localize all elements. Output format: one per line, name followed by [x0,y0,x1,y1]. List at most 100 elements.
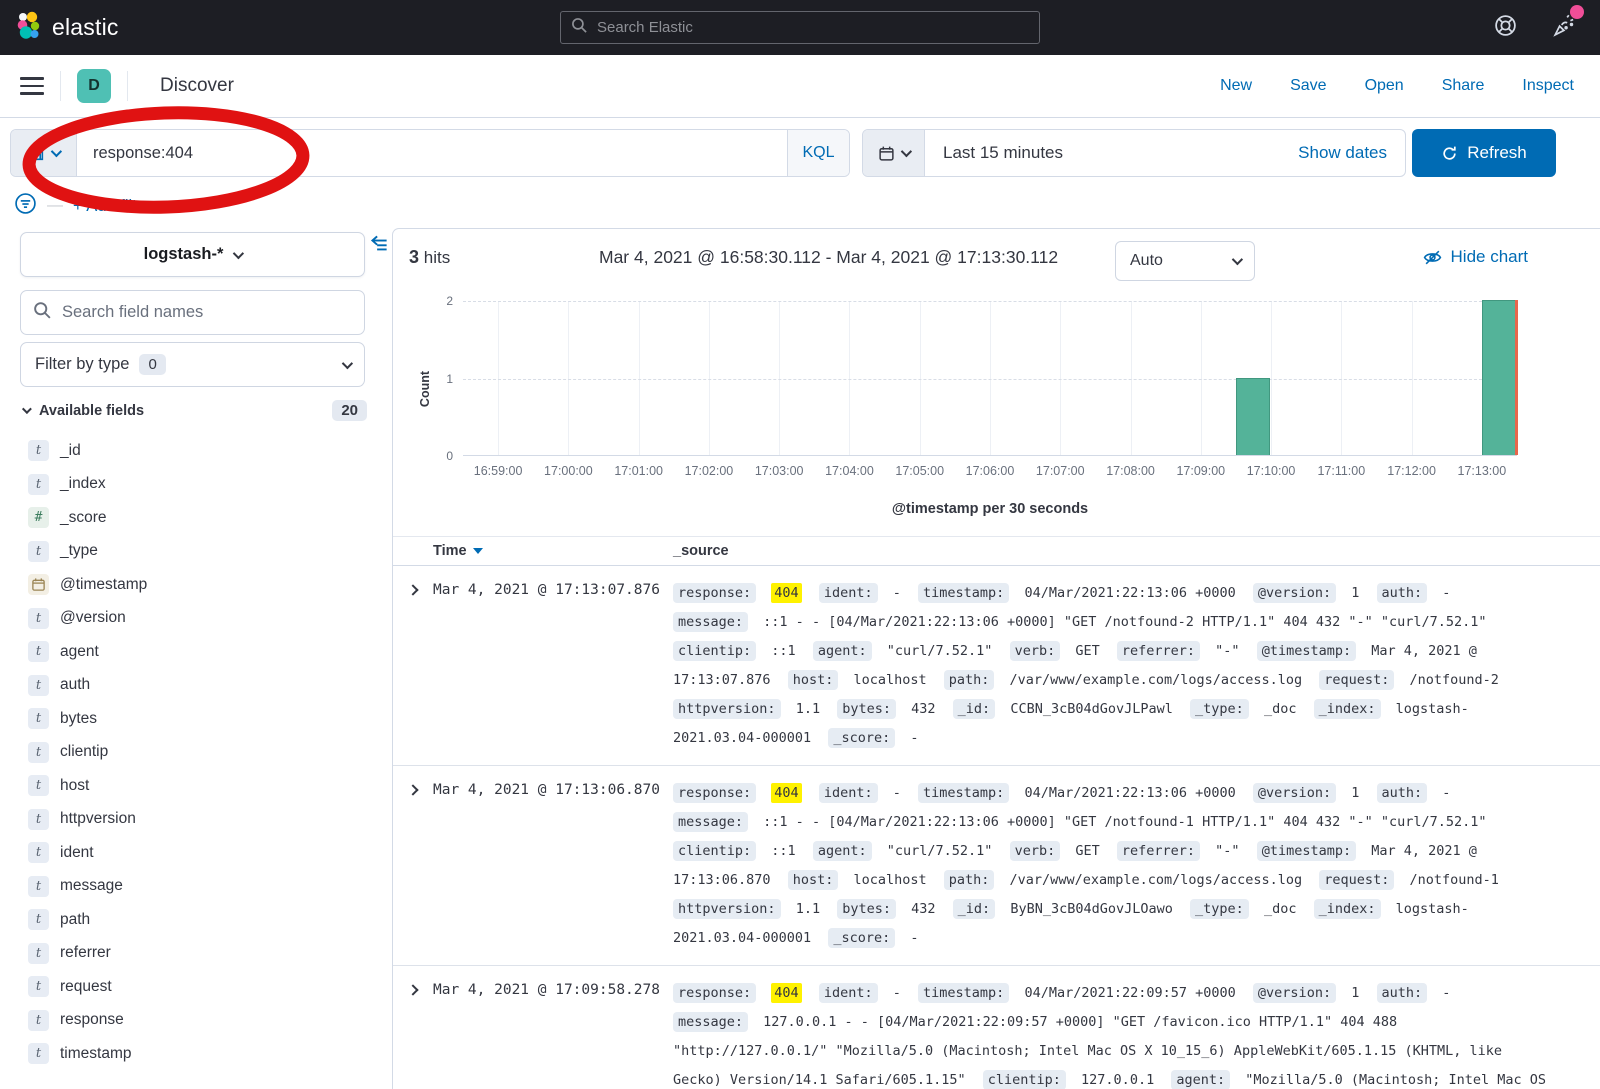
field-item-bytes[interactable]: tbytes [0,702,392,736]
query-language-button[interactable]: KQL [787,130,849,176]
field-item-message[interactable]: tmessage [0,870,392,904]
y-tick-label: 2 [427,294,453,308]
source-field-badge: referrer: [1117,641,1200,661]
interval-select[interactable]: Auto [1115,241,1255,281]
source-field-badge: agent: [1171,1070,1230,1089]
source-value: - [893,585,901,601]
source-field-badge: ident: [819,983,878,1003]
time-range-button[interactable]: Last 15 minutes [925,130,1280,176]
expand-row-button[interactable] [393,779,433,794]
source-value: 127.0.0.1 [1081,1072,1154,1088]
field-item-@timestamp[interactable]: @timestamp [0,568,392,602]
field-item-agent[interactable]: tagent [0,635,392,669]
y-tick-label: 1 [427,372,453,386]
source-value: - [910,930,918,946]
action-open[interactable]: Open [1365,77,1404,95]
calendar-button[interactable] [863,130,925,176]
hide-chart-button[interactable]: Hide chart [1423,247,1528,267]
discover-main-panel: 3 hits Mar 4, 2021 @ 16:58:30.112 - Mar … [392,228,1600,1089]
source-value: 04/Mar/2021:22:13:06 +0000 [1024,785,1235,801]
global-search-input[interactable]: Search Elastic [560,11,1040,44]
newsfeed-icon[interactable] [1552,12,1578,43]
field-name: auth [60,676,90,694]
action-share[interactable]: Share [1442,77,1485,95]
show-dates-button[interactable]: Show dates [1280,130,1405,176]
text-field-icon: t [28,541,49,562]
filter-by-type-select[interactable]: Filter by type 0 [20,342,365,387]
field-item-clientip[interactable]: tclientip [0,736,392,770]
field-name: bytes [60,710,97,728]
field-item-request[interactable]: trequest [0,970,392,1004]
filter-icon[interactable] [14,192,37,220]
field-item-@version[interactable]: t@version [0,602,392,636]
field-name: httpversion [60,810,136,828]
query-text: response:404 [93,144,193,163]
text-field-icon: t [28,876,49,897]
field-item-_id[interactable]: t_id [0,434,392,468]
source-value: /notfound-1 [1409,872,1498,888]
refresh-icon [1441,145,1458,162]
field-name: _score [60,509,107,527]
field-item-_type[interactable]: t_type [0,535,392,569]
source-value: 1 [1351,985,1359,1001]
histogram-bar[interactable] [1482,300,1516,455]
column-time[interactable]: Time [433,543,673,559]
source-value: 1 [1351,785,1359,801]
field-item-response[interactable]: tresponse [0,1004,392,1038]
field-item-host[interactable]: thost [0,769,392,803]
saved-queries-button[interactable] [11,130,77,176]
index-pattern-select[interactable]: logstash-* [20,232,365,277]
field-item-ident[interactable]: tident [0,836,392,870]
collapse-sidebar-icon[interactable] [370,234,389,258]
x-tick-label: 17:06:00 [950,464,1030,478]
expand-row-button[interactable] [393,979,433,994]
source-field-badge: _id: [953,699,996,719]
action-inspect[interactable]: Inspect [1522,77,1574,95]
histogram-plot [463,301,1517,456]
elastic-logo[interactable]: elastic [16,10,119,45]
source-value: ByBN_3cB04dGovJLOawo [1010,901,1173,917]
date-field-icon [28,574,49,595]
field-search-input[interactable]: Search field names [20,290,365,335]
help-icon[interactable] [1493,13,1518,43]
source-field-badge: clientip: [673,841,756,861]
menu-icon[interactable] [20,77,44,95]
text-field-icon: t [28,1043,49,1064]
field-item-_index[interactable]: t_index [0,468,392,502]
x-tick-label: 17:08:00 [1091,464,1171,478]
action-new[interactable]: New [1220,77,1252,95]
field-item-_score[interactable]: # _score [0,501,392,535]
source-field-badge: _index: [1314,899,1381,919]
refresh-button[interactable]: Refresh [1412,129,1556,177]
discover-app-badge[interactable]: D [77,69,111,103]
source-field-badge: _score: [828,728,895,748]
field-item-referrer[interactable]: treferrer [0,937,392,971]
query-input[interactable]: response:404 [77,130,787,176]
highlighted-value: 404 [771,783,801,803]
query-bar-zone: response:404 KQL Last 15 minutes Show da… [0,118,1600,228]
action-save[interactable]: Save [1290,77,1326,95]
x-tick-label: 17:12:00 [1372,464,1452,478]
expand-row-button[interactable] [393,579,433,594]
source-value: - [1442,585,1450,601]
field-item-timestamp[interactable]: ttimestamp [0,1037,392,1071]
add-filter-button[interactable]: + Add filter [73,197,151,216]
field-item-auth[interactable]: tauth [0,669,392,703]
fields-sidebar: logstash-* Search field names Filter by … [0,228,392,1089]
source-field-badge: auth: [1377,783,1428,803]
x-tick-label: 17:03:00 [739,464,819,478]
source-value: _doc [1264,701,1297,717]
source-field-badge: path: [944,870,995,890]
field-item-httpversion[interactable]: thttpversion [0,803,392,837]
field-item-path[interactable]: tpath [0,903,392,937]
histogram-bar[interactable] [1236,378,1270,456]
source-value: 04/Mar/2021:22:13:06 +0000 [1024,585,1235,601]
source-field-badge: timestamp: [918,783,1009,803]
source-field-badge: agent: [813,641,872,661]
chevron-down-icon [51,146,62,157]
number-field-icon: # [28,507,49,528]
source-value: - [893,785,901,801]
available-fields-header[interactable]: Available fields 20 [22,400,367,421]
source-field-badge: _type: [1190,699,1249,719]
source-value: /var/www/example.com/logs/access.log [1010,872,1303,888]
